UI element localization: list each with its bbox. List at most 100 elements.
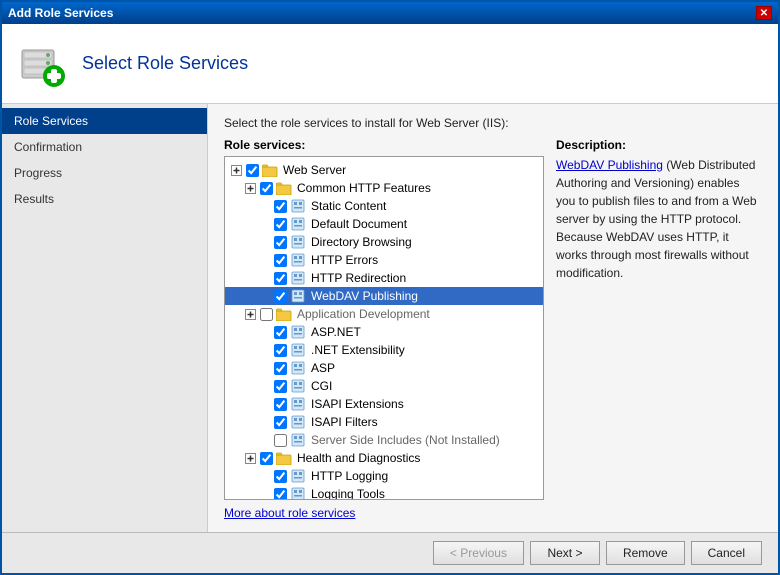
role-services-tree[interactable]: Web Server Common HTTP Features Static C… xyxy=(224,156,544,500)
tree-node-label: Health and Diagnostics xyxy=(297,451,420,465)
feature-icon xyxy=(290,378,306,394)
tree-row[interactable]: Health and Diagnostics xyxy=(225,449,543,467)
description-text: WebDAV Publishing (Web Distributed Autho… xyxy=(556,156,762,282)
cancel-button[interactable]: Cancel xyxy=(691,541,762,565)
folder-icon xyxy=(276,306,292,322)
tree-checkbox[interactable] xyxy=(246,164,259,177)
tree-row[interactable]: HTTP Errors xyxy=(225,251,543,269)
feature-icon xyxy=(290,414,306,430)
header-title: Select Role Services xyxy=(82,53,248,74)
tree-checkbox[interactable] xyxy=(274,290,287,303)
tree-row[interactable]: Server Side Includes (Not Installed) xyxy=(225,431,543,449)
tree-row[interactable]: Logging Tools xyxy=(225,485,543,500)
feature-icon xyxy=(290,288,306,304)
description-body: (Web Distributed Authoring and Versionin… xyxy=(556,158,757,280)
tree-toggle[interactable] xyxy=(243,181,257,195)
sidebar-item-results[interactable]: Results xyxy=(2,186,207,212)
footer: < Previous Next > Remove Cancel xyxy=(2,532,778,573)
tree-row[interactable]: Directory Browsing xyxy=(225,233,543,251)
tree-checkbox[interactable] xyxy=(274,200,287,213)
next-button[interactable]: Next > xyxy=(530,541,600,565)
tree-row[interactable]: ASP xyxy=(225,359,543,377)
feature-icon xyxy=(290,396,306,412)
tree-row[interactable]: WebDAV Publishing xyxy=(225,287,543,305)
sidebar-item-role-services[interactable]: Role Services xyxy=(2,108,207,134)
tree-checkbox[interactable] xyxy=(274,362,287,375)
tree-checkbox[interactable] xyxy=(274,434,287,447)
tree-checkbox[interactable] xyxy=(274,344,287,357)
tree-row[interactable]: HTTP Redirection xyxy=(225,269,543,287)
more-link-container: More about role services xyxy=(224,506,762,520)
tree-checkbox[interactable] xyxy=(260,308,273,321)
tree-toggle[interactable] xyxy=(243,307,257,321)
tree-section: Role services: Web Server Common HTTP Fe… xyxy=(224,138,544,500)
feature-icon xyxy=(290,216,306,232)
feature-icon xyxy=(290,486,306,500)
tree-row[interactable]: .NET Extensibility xyxy=(225,341,543,359)
description-link[interactable]: WebDAV Publishing xyxy=(556,158,663,172)
feature-icon xyxy=(290,270,306,286)
tree-row[interactable]: ASP.NET xyxy=(225,323,543,341)
sidebar-item-progress[interactable]: Progress xyxy=(2,160,207,186)
tree-node-label: CGI xyxy=(311,379,332,393)
tree-row[interactable]: Common HTTP Features xyxy=(225,179,543,197)
tree-row[interactable]: ISAPI Filters xyxy=(225,413,543,431)
main-body: Role services: Web Server Common HTTP Fe… xyxy=(224,138,762,500)
more-about-link[interactable]: More about role services xyxy=(224,506,355,520)
feature-icon xyxy=(290,468,306,484)
tree-checkbox[interactable] xyxy=(274,326,287,339)
feature-icon xyxy=(290,324,306,340)
remove-button[interactable]: Remove xyxy=(606,541,685,565)
tree-node-label: .NET Extensibility xyxy=(311,343,405,357)
tree-checkbox[interactable] xyxy=(274,272,287,285)
tree-node-label: ISAPI Extensions xyxy=(311,397,404,411)
tree-toggle[interactable] xyxy=(229,163,243,177)
tree-checkbox[interactable] xyxy=(274,254,287,267)
previous-button[interactable]: < Previous xyxy=(433,541,524,565)
tree-checkbox[interactable] xyxy=(274,398,287,411)
description-section: Description: WebDAV Publishing (Web Dist… xyxy=(556,138,762,500)
content-area: Role Services Confirmation Progress Resu… xyxy=(2,104,778,532)
title-bar: Add Role Services ✕ xyxy=(2,2,778,24)
folder-icon xyxy=(276,450,292,466)
tree-row[interactable]: Application Development xyxy=(225,305,543,323)
tree-checkbox[interactable] xyxy=(274,470,287,483)
feature-icon xyxy=(290,252,306,268)
tree-node-label: ISAPI Filters xyxy=(311,415,378,429)
tree-node-label: Application Development xyxy=(297,307,430,321)
tree-node-label: WebDAV Publishing xyxy=(311,289,418,303)
tree-checkbox[interactable] xyxy=(260,452,273,465)
tree-checkbox[interactable] xyxy=(260,182,273,195)
tree-checkbox[interactable] xyxy=(274,218,287,231)
description-label: Description: xyxy=(556,138,762,152)
tree-node-label: Directory Browsing xyxy=(311,235,412,249)
tree-node-label: HTTP Logging xyxy=(311,469,388,483)
tree-toggle[interactable] xyxy=(243,451,257,465)
tree-row[interactable]: CGI xyxy=(225,377,543,395)
tree-row[interactable]: HTTP Logging xyxy=(225,467,543,485)
feature-icon xyxy=(290,360,306,376)
feature-icon xyxy=(290,234,306,250)
feature-icon xyxy=(290,198,306,214)
header-icon xyxy=(18,40,66,88)
tree-checkbox[interactable] xyxy=(274,488,287,501)
tree-checkbox[interactable] xyxy=(274,236,287,249)
tree-node-label: HTTP Redirection xyxy=(311,271,406,285)
folder-icon xyxy=(276,180,292,196)
feature-icon xyxy=(290,342,306,358)
tree-row[interactable]: Web Server xyxy=(225,161,543,179)
tree-node-label: Logging Tools xyxy=(311,487,385,500)
tree-row[interactable]: ISAPI Extensions xyxy=(225,395,543,413)
tree-node-label: Static Content xyxy=(311,199,386,213)
sidebar-item-confirmation[interactable]: Confirmation xyxy=(2,134,207,160)
tree-row[interactable]: Static Content xyxy=(225,197,543,215)
feature-icon xyxy=(290,432,306,448)
close-button[interactable]: ✕ xyxy=(756,6,772,20)
tree-checkbox[interactable] xyxy=(274,416,287,429)
tree-checkbox[interactable] xyxy=(274,380,287,393)
tree-node-label: Common HTTP Features xyxy=(297,181,431,195)
main-window: Add Role Services ✕ Select Role Services xyxy=(0,0,780,575)
tree-row[interactable]: Default Document xyxy=(225,215,543,233)
tree-label: Role services: xyxy=(224,138,544,152)
main-panel: Select the role services to install for … xyxy=(208,104,778,532)
